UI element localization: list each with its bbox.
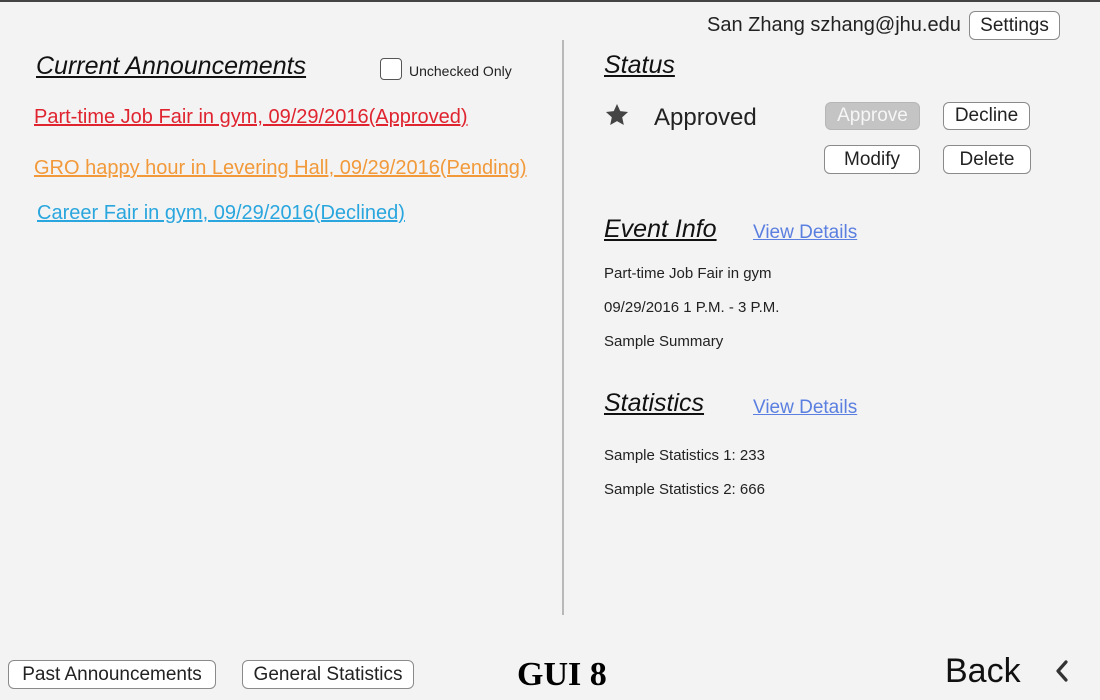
star-icon (605, 103, 629, 125)
event-info-view-details-link[interactable]: View Details (753, 222, 857, 244)
event-name: Part-time Job Fair in gym (604, 265, 772, 282)
decline-button[interactable]: Decline (943, 102, 1030, 130)
statistic-item-2-clip: Sample Statistics 2: 666 (604, 478, 904, 496)
event-summary: Sample Summary (604, 333, 724, 350)
unchecked-only-checkbox[interactable] (380, 58, 402, 80)
announcements-title: Current Announcements (36, 52, 307, 80)
announcement-item-1[interactable]: Part-time Job Fair in gym, 09/29/2016(Ap… (34, 106, 468, 129)
unchecked-only-label: Unchecked Only (409, 63, 512, 79)
statistic-item-1: Sample Statistics 1: 233 (604, 447, 765, 464)
announcement-item-3[interactable]: Career Fair in gym, 09/29/2016(Declined) (37, 202, 405, 225)
event-info-title: Event Info (604, 215, 717, 243)
statistics-view-details-link[interactable]: View Details (753, 397, 857, 419)
chevron-left-icon[interactable] (1052, 658, 1072, 684)
modify-button[interactable]: Modify (824, 145, 920, 174)
statistic-item-2: Sample Statistics 2: 666 (604, 481, 765, 496)
status-value: Approved (654, 104, 757, 131)
statistics-title: Statistics (604, 389, 705, 417)
panel-divider (562, 40, 564, 615)
delete-button[interactable]: Delete (943, 145, 1031, 174)
back-button[interactable]: Back (945, 652, 1021, 691)
past-announcements-button[interactable]: Past Announcements (8, 660, 216, 689)
status-title: Status (604, 51, 675, 79)
approve-button[interactable]: Approve (825, 102, 920, 130)
general-statistics-button[interactable]: General Statistics (242, 660, 414, 689)
top-border (0, 0, 1100, 2)
settings-button[interactable]: Settings (969, 11, 1060, 40)
user-info: San Zhang szhang@jhu.edu (707, 14, 961, 36)
announcement-item-2[interactable]: GRO happy hour in Levering Hall, 09/29/2… (34, 157, 527, 180)
gui-caption: GUI 8 (517, 656, 607, 693)
event-time: 09/29/2016 1 P.M. - 3 P.M. (604, 299, 780, 316)
